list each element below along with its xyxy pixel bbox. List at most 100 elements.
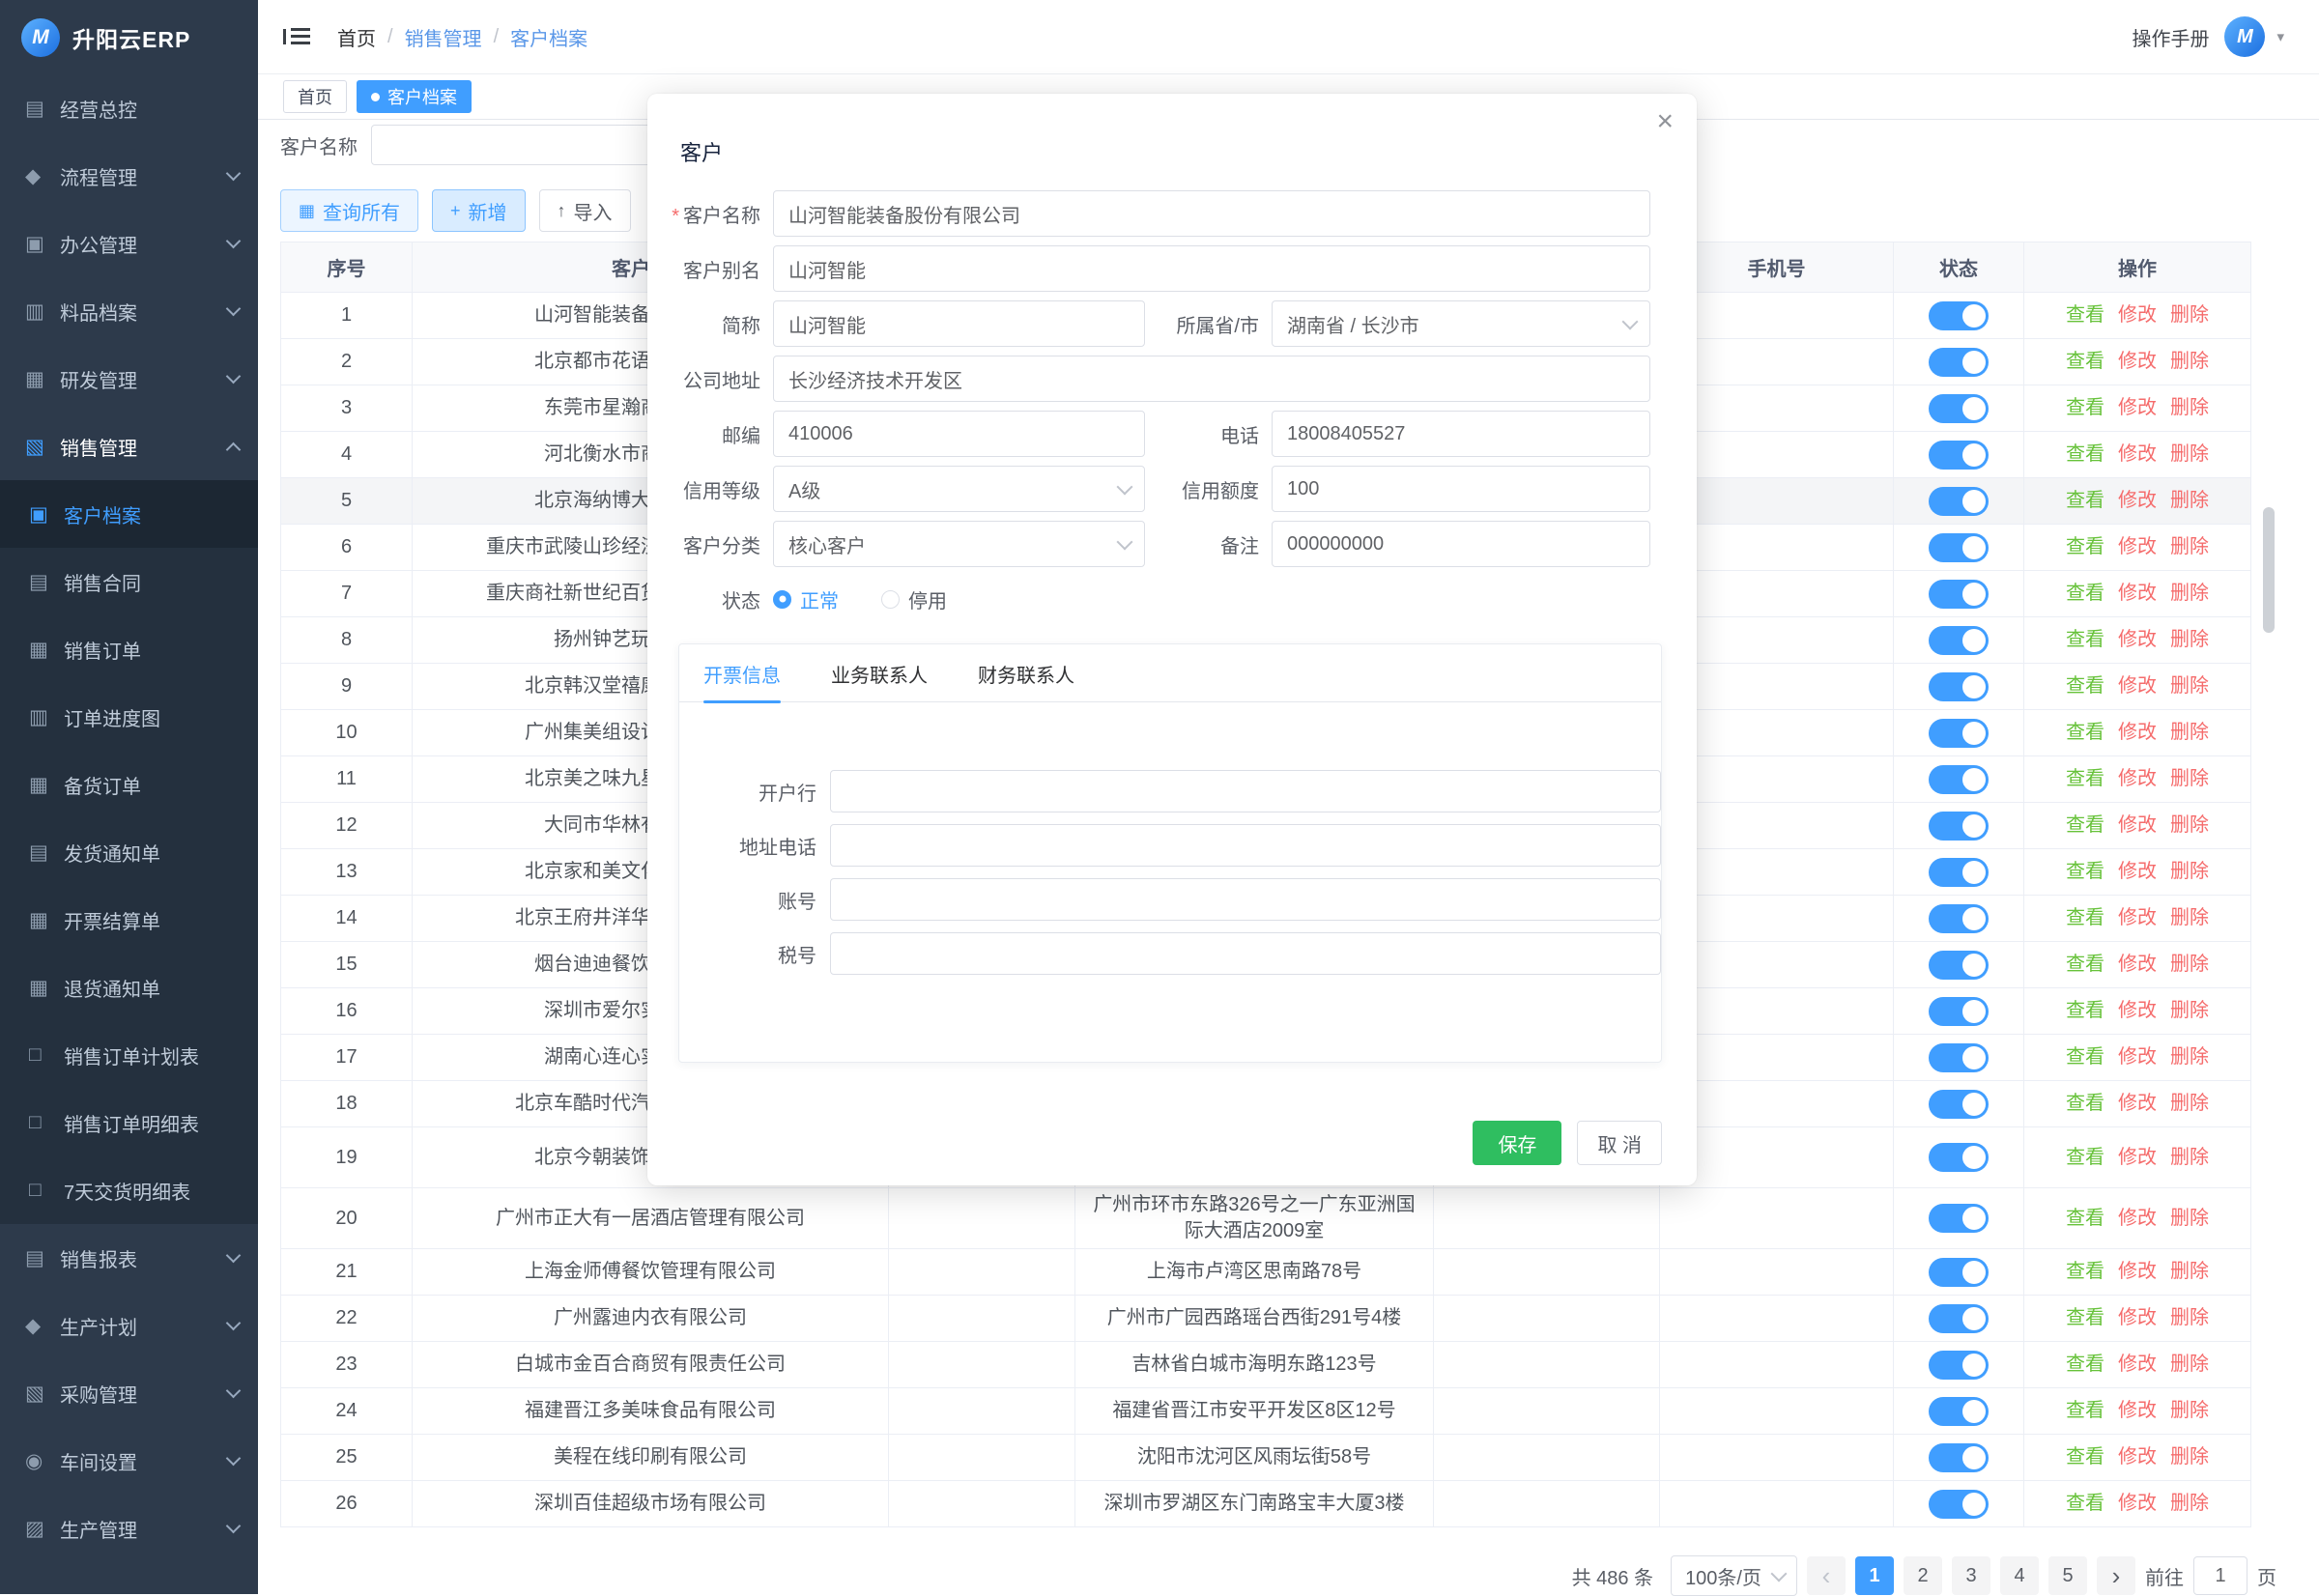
- status-toggle[interactable]: [1929, 1090, 1989, 1119]
- status-radio[interactable]: 停用: [881, 585, 947, 613]
- edit-link[interactable]: 修改: [2118, 1091, 2157, 1117]
- category-select[interactable]: 核心客户: [773, 521, 1145, 567]
- dialog-tab[interactable]: 财务联系人: [978, 644, 1074, 702]
- delete-link[interactable]: 删除: [2170, 581, 2209, 607]
- delete-link[interactable]: 删除: [2170, 1491, 2209, 1517]
- short-name-input[interactable]: [773, 300, 1145, 347]
- delete-link[interactable]: 删除: [2170, 812, 2209, 839]
- status-toggle[interactable]: [1929, 533, 1989, 562]
- edit-link[interactable]: 修改: [2118, 673, 2157, 699]
- view-link[interactable]: 查看: [2066, 1145, 2104, 1171]
- delete-link[interactable]: 删除: [2170, 673, 2209, 699]
- status-toggle[interactable]: [1929, 997, 1989, 1026]
- view-link[interactable]: 查看: [2066, 1091, 2104, 1117]
- province-select[interactable]: 湖南省 / 长沙市: [1272, 300, 1650, 347]
- sidebar-item[interactable]: □ 销售订单明细表: [0, 1089, 258, 1156]
- page-number-button[interactable]: 5: [2048, 1556, 2087, 1595]
- avatar[interactable]: M: [2224, 16, 2265, 57]
- sidebar-item[interactable]: ▥ 订单进度图: [0, 683, 258, 751]
- status-radio[interactable]: 正常: [773, 585, 839, 613]
- delete-link[interactable]: 删除: [2170, 720, 2209, 746]
- delete-link[interactable]: 删除: [2170, 1398, 2209, 1424]
- edit-link[interactable]: 修改: [2118, 859, 2157, 885]
- view-link[interactable]: 查看: [2066, 1305, 2104, 1331]
- status-toggle[interactable]: [1929, 904, 1989, 933]
- close-icon[interactable]: ×: [1656, 107, 1674, 136]
- view-link[interactable]: 查看: [2066, 1352, 2104, 1378]
- delete-link[interactable]: 删除: [2170, 952, 2209, 978]
- credit-limit-input[interactable]: [1272, 466, 1650, 512]
- sidebar-item[interactable]: ▦ 研发管理: [0, 345, 258, 413]
- edit-link[interactable]: 修改: [2118, 627, 2157, 653]
- company-address-input[interactable]: [773, 356, 1650, 402]
- edit-link[interactable]: 修改: [2118, 998, 2157, 1024]
- edit-link[interactable]: 修改: [2118, 1305, 2157, 1331]
- import-button[interactable]: ↑ 导入: [539, 189, 631, 232]
- goto-page-input[interactable]: [2193, 1556, 2247, 1595]
- status-toggle[interactable]: [1929, 394, 1989, 423]
- sidebar-item[interactable]: ▤ 销售报表: [0, 1224, 258, 1292]
- collapse-menu-icon[interactable]: [283, 25, 310, 48]
- view-tab[interactable]: 首页: [283, 80, 347, 113]
- delete-link[interactable]: 删除: [2170, 302, 2209, 328]
- view-link[interactable]: 查看: [2066, 766, 2104, 792]
- delete-link[interactable]: 删除: [2170, 534, 2209, 560]
- edit-link[interactable]: 修改: [2118, 812, 2157, 839]
- edit-link[interactable]: 修改: [2118, 1444, 2157, 1470]
- status-toggle[interactable]: [1929, 348, 1989, 377]
- page-number-button[interactable]: 4: [2000, 1556, 2039, 1595]
- edit-link[interactable]: 修改: [2118, 1206, 2157, 1232]
- edit-link[interactable]: 修改: [2118, 720, 2157, 746]
- delete-link[interactable]: 删除: [2170, 1206, 2209, 1232]
- view-link[interactable]: 查看: [2066, 349, 2104, 375]
- alias-input[interactable]: [773, 245, 1650, 292]
- edit-link[interactable]: 修改: [2118, 488, 2157, 514]
- sidebar-item[interactable]: ▦ 销售订单: [0, 615, 258, 683]
- status-toggle[interactable]: [1929, 441, 1989, 470]
- sidebar-item[interactable]: □ 7天交货明细表: [0, 1156, 258, 1224]
- view-link[interactable]: 查看: [2066, 1259, 2104, 1285]
- delete-link[interactable]: 删除: [2170, 1444, 2209, 1470]
- edit-link[interactable]: 修改: [2118, 1398, 2157, 1424]
- delete-link[interactable]: 删除: [2170, 1305, 2209, 1331]
- edit-link[interactable]: 修改: [2118, 905, 2157, 931]
- view-tab[interactable]: 客户档案: [357, 80, 472, 113]
- add-button[interactable]: + 新增: [432, 189, 526, 232]
- edit-link[interactable]: 修改: [2118, 1352, 2157, 1378]
- view-link[interactable]: 查看: [2066, 905, 2104, 931]
- view-link[interactable]: 查看: [2066, 673, 2104, 699]
- breadcrumb-home[interactable]: 首页: [337, 23, 376, 51]
- status-toggle[interactable]: [1929, 1304, 1989, 1333]
- view-link[interactable]: 查看: [2066, 1044, 2104, 1070]
- status-toggle[interactable]: [1929, 719, 1989, 748]
- page-number-button[interactable]: 3: [1952, 1556, 1990, 1595]
- status-toggle[interactable]: [1929, 765, 1989, 794]
- query-all-button[interactable]: ▦ 查询所有: [280, 189, 418, 232]
- sidebar-item[interactable]: ▣ 办公管理: [0, 210, 258, 277]
- edit-link[interactable]: 修改: [2118, 581, 2157, 607]
- delete-link[interactable]: 删除: [2170, 627, 2209, 653]
- edit-link[interactable]: 修改: [2118, 952, 2157, 978]
- delete-link[interactable]: 删除: [2170, 1352, 2209, 1378]
- edit-link[interactable]: 修改: [2118, 1491, 2157, 1517]
- status-toggle[interactable]: [1929, 301, 1989, 330]
- breadcrumb-section[interactable]: 销售管理: [405, 23, 482, 51]
- customer-name-input[interactable]: [773, 190, 1650, 237]
- edit-link[interactable]: 修改: [2118, 534, 2157, 560]
- view-link[interactable]: 查看: [2066, 442, 2104, 468]
- edit-link[interactable]: 修改: [2118, 302, 2157, 328]
- delete-link[interactable]: 删除: [2170, 1091, 2209, 1117]
- page-size-select[interactable]: 100条/页: [1671, 1555, 1797, 1596]
- delete-link[interactable]: 删除: [2170, 1145, 2209, 1171]
- status-toggle[interactable]: [1929, 1143, 1989, 1172]
- scrollbar-thumb[interactable]: [2263, 507, 2275, 633]
- edit-link[interactable]: 修改: [2118, 1145, 2157, 1171]
- view-link[interactable]: 查看: [2066, 395, 2104, 421]
- delete-link[interactable]: 删除: [2170, 1259, 2209, 1285]
- sidebar-item[interactable]: ◆ 生产计划: [0, 1292, 258, 1359]
- delete-link[interactable]: 删除: [2170, 905, 2209, 931]
- status-toggle[interactable]: [1929, 812, 1989, 841]
- sidebar-item[interactable]: ◆ 流程管理: [0, 142, 258, 210]
- invoice-field-input[interactable]: [830, 878, 1661, 921]
- status-toggle[interactable]: [1929, 1397, 1989, 1426]
